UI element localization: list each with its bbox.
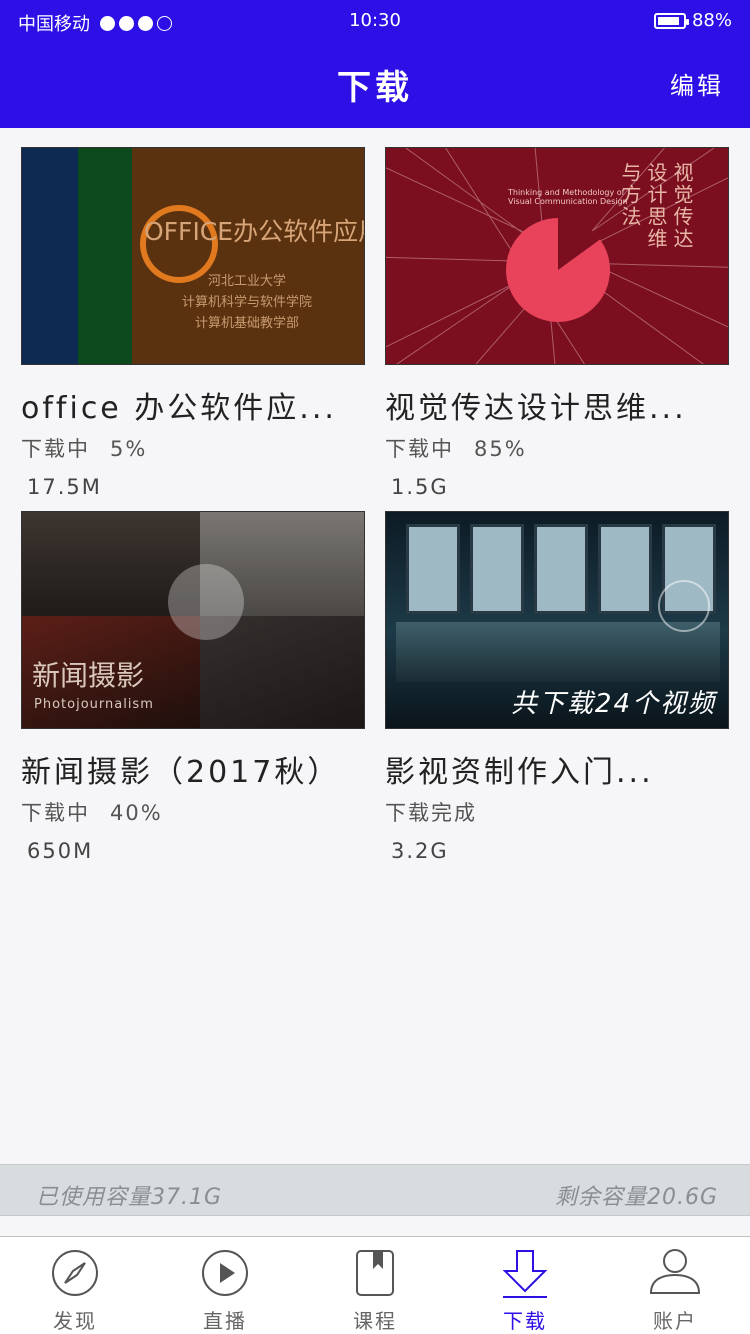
tab-downloads[interactable]: 下载 <box>450 1237 600 1334</box>
thumbnail-line: 河北工业大学 <box>207 274 286 289</box>
course-name: 影视资制作入门... <box>385 755 654 790</box>
download-status: 下载中 5% <box>21 433 365 463</box>
book-icon <box>356 1250 394 1296</box>
progress-text: 85% <box>474 437 527 461</box>
course-name: 新闻摄影（2017秋） <box>21 755 341 790</box>
course-name: 视觉传达设计思维... <box>385 391 687 426</box>
battery-icon <box>653 12 689 29</box>
tab-label: 账户 <box>653 1309 697 1333</box>
download-status: 下载中 40% <box>21 797 365 827</box>
progress-ring-icon <box>168 564 244 640</box>
thumbnail-line: 计算机基础教学部 <box>194 316 299 331</box>
used-capacity: 已使用容量37.1G <box>36 1185 223 1210</box>
progress-pie-icon <box>506 218 610 322</box>
status-bar: 中国移动 10:30 88% <box>0 0 750 40</box>
video-count-overlay: 共下载24个视频 <box>510 689 716 719</box>
course-name: office 办公软件应... <box>21 391 337 426</box>
top-bar: 中国移动 10:30 88% 下载 编辑 <box>0 0 750 128</box>
thumbnail-subtitle: Photojournalism <box>34 697 154 712</box>
tab-label: 课程 <box>353 1309 397 1333</box>
download-status: 下载中 85% <box>385 433 729 463</box>
tab-courses[interactable]: 课程 <box>300 1237 450 1334</box>
course-thumbnail: 共下载24个视频 <box>385 511 729 729</box>
remaining-capacity: 剩余容量20.6G <box>554 1185 718 1210</box>
course-thumbnail: OFFICE办公软件应用 河北工业大学 计算机科学与软件学院 计算机基础教学部 <box>21 147 365 365</box>
clock: 10:30 <box>349 10 401 31</box>
status-text: 下载中 <box>385 437 454 461</box>
check-ring-icon <box>658 580 710 632</box>
storage-bar: 已使用容量37.1G 剩余容量20.6G <box>0 1164 750 1216</box>
battery-percent: 88% <box>691 10 732 31</box>
thumbnail-title-col: 与方法 <box>618 162 642 228</box>
edit-button[interactable]: 编辑 <box>670 66 724 101</box>
tab-account[interactable]: 账户 <box>600 1237 750 1334</box>
thumbnail-title-col: 设计思维 <box>644 162 668 250</box>
progress-text: 5% <box>110 437 148 461</box>
download-item[interactable]: 共下载24个视频 影视资制作入门... 下载完成 3.2G <box>385 511 729 863</box>
tab-live[interactable]: 直播 <box>150 1237 300 1334</box>
download-icon <box>502 1250 548 1298</box>
download-item[interactable]: OFFICE办公软件应用 河北工业大学 计算机科学与软件学院 计算机基础教学部 … <box>21 147 365 499</box>
status-text: 下载中 <box>21 801 90 825</box>
file-size: 1.5G <box>391 475 449 499</box>
download-status: 下载完成 <box>385 797 729 827</box>
thumbnail-title: 新闻摄影 <box>32 659 145 692</box>
thumbnail-title: OFFICE办公软件应用 <box>144 217 365 246</box>
page-title: 下载 <box>337 68 413 108</box>
course-thumbnail: Thinking and Methodology of Visual Commu… <box>385 147 729 365</box>
file-size: 17.5M <box>27 475 102 499</box>
tab-bar: 发现 直播 课程 下载 账户 <box>0 1236 750 1334</box>
course-thumbnail: 新闻摄影 Photojournalism <box>21 511 365 729</box>
compass-icon <box>52 1250 98 1296</box>
file-size: 3.2G <box>391 839 449 863</box>
user-icon <box>649 1249 701 1294</box>
tab-label: 直播 <box>203 1309 247 1333</box>
download-item[interactable]: Thinking and Methodology of Visual Commu… <box>385 147 729 499</box>
tab-discover[interactable]: 发现 <box>0 1237 150 1334</box>
status-text: 下载中 <box>21 437 90 461</box>
tab-label: 下载 <box>503 1309 547 1333</box>
status-text: 下载完成 <box>385 801 477 825</box>
progress-text: 40% <box>110 801 163 825</box>
thumbnail-title-col: 视觉传达 <box>670 162 694 250</box>
battery-status: 88% <box>653 10 732 31</box>
tab-label: 发现 <box>53 1309 97 1333</box>
file-size: 650M <box>27 839 94 863</box>
download-item[interactable]: 新闻摄影 Photojournalism 新闻摄影（2017秋） 下载中 40% … <box>21 511 365 863</box>
thumbnail-line: 计算机科学与软件学院 <box>181 295 312 310</box>
play-icon <box>202 1250 248 1296</box>
